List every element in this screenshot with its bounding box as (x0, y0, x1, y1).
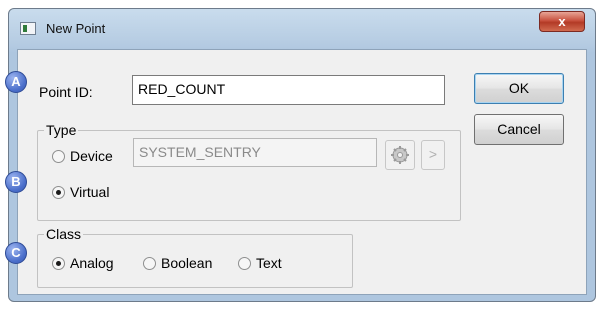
title-bar[interactable]: New Point x (9, 9, 595, 49)
dialog-body: Point ID: RED_COUNT OK Cancel Type Devic… (17, 49, 587, 295)
window-icon (20, 22, 36, 35)
cancel-button[interactable]: Cancel (474, 114, 564, 145)
analog-radio[interactable] (52, 257, 65, 270)
text-label: Text (256, 255, 282, 271)
device-config-button (385, 140, 415, 170)
point-id-input[interactable]: RED_COUNT (132, 75, 445, 105)
gear-icon (391, 146, 409, 164)
ok-button[interactable]: OK (474, 73, 564, 104)
dialog-title: New Point (46, 21, 106, 36)
type-group-legend: Type (44, 122, 79, 138)
analog-label: Analog (70, 255, 114, 271)
boolean-label: Boolean (161, 255, 213, 271)
virtual-radio[interactable] (52, 186, 65, 199)
class-group-legend: Class (44, 226, 84, 242)
device-radio[interactable] (52, 150, 65, 163)
boolean-radio[interactable] (143, 257, 156, 270)
callout-b: B (5, 171, 27, 193)
callout-a: A (5, 71, 27, 93)
device-label: Device (70, 148, 113, 164)
device-input: SYSTEM_SENTRY (133, 138, 377, 167)
callout-c: C (5, 242, 27, 264)
close-button[interactable]: x (539, 11, 585, 32)
point-id-label: Point ID: (39, 84, 93, 100)
text-radio[interactable] (238, 257, 251, 270)
dialog-window: New Point x Point ID: RED_COUNT OK Cance… (8, 8, 596, 302)
virtual-label: Virtual (70, 184, 110, 200)
browse-button: > (421, 140, 445, 170)
